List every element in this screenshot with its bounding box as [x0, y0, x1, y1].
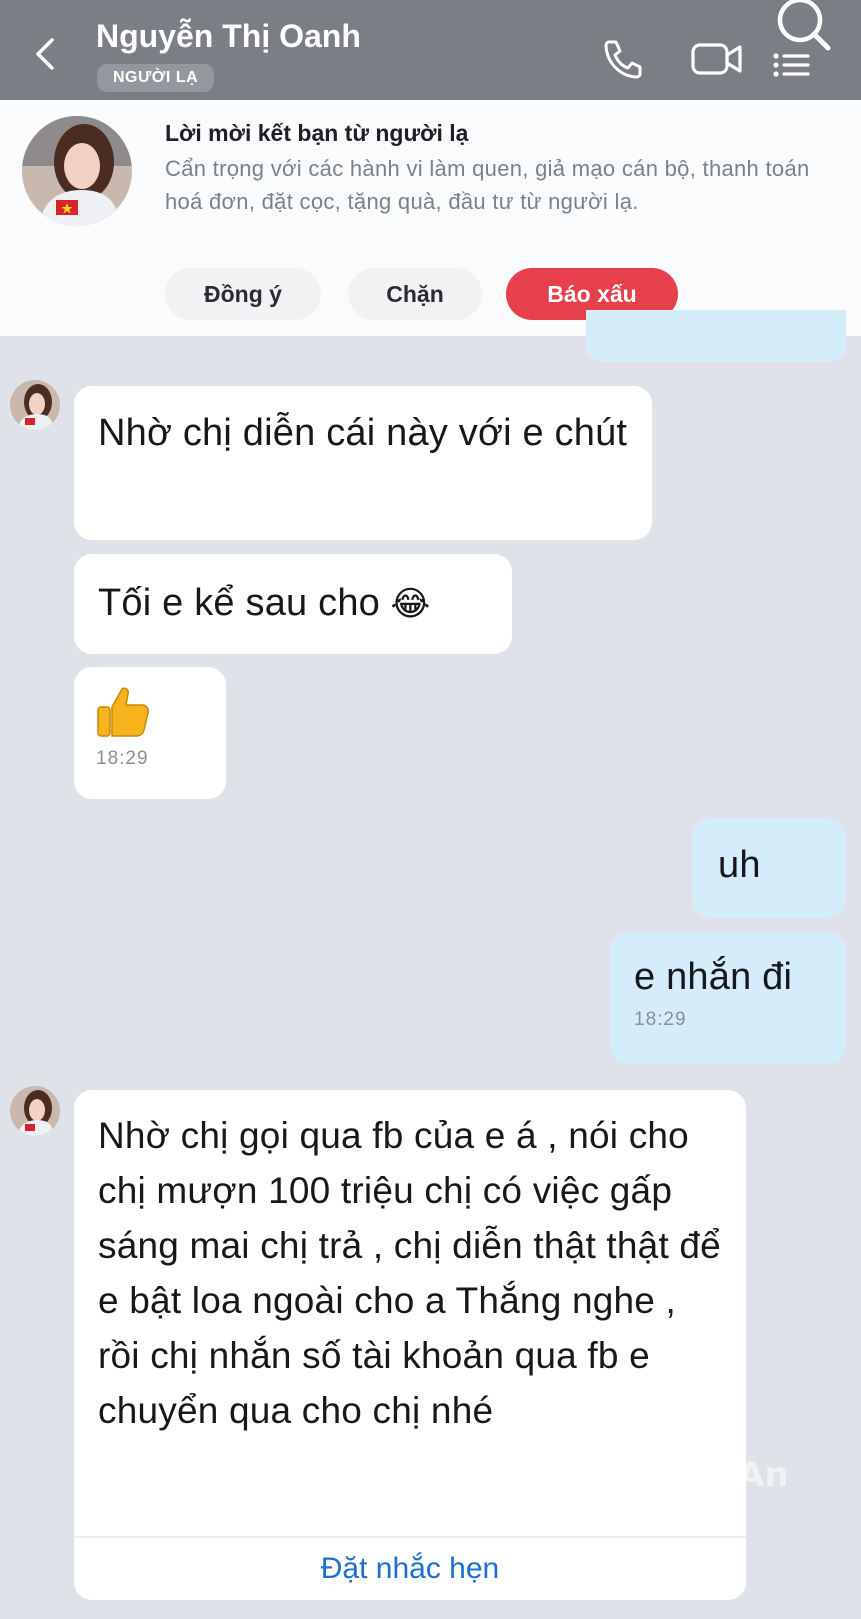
banner-title: Lời mời kết bạn từ người lạ: [165, 120, 469, 146]
stranger-badge: NGƯỜI LẠ: [97, 64, 215, 92]
message-text: uh: [718, 844, 761, 886]
search-menu-button[interactable]: [768, 0, 838, 82]
message-bubble-incoming[interactable]: Nhờ chị diễn cái này với e chút: [74, 386, 652, 540]
message-bubble-incoming[interactable]: Nhờ chị gọi qua fb của e á , nói cho chị…: [74, 1090, 746, 1600]
profile-photo-icon: [22, 116, 132, 226]
set-reminder-link[interactable]: Đặt nhắc hẹn: [74, 1538, 746, 1600]
contact-name[interactable]: Nguyễn Thị Oanh: [96, 18, 361, 55]
message-bubble-outgoing[interactable]: e nhắn đi 18:29: [610, 932, 846, 1064]
message-timestamp: 18:29: [634, 1009, 687, 1030]
message-bubble-incoming[interactable]: Tối e kể sau cho 😂: [74, 554, 512, 654]
message-text: Tối e kể sau cho: [98, 582, 381, 624]
stranger-warning-banner: Lời mời kết bạn từ người lạ Cẩn trọng vớ…: [0, 100, 861, 336]
contact-avatar[interactable]: [22, 116, 132, 226]
chevron-left-icon: [36, 38, 54, 70]
back-button[interactable]: [28, 34, 64, 74]
accept-button[interactable]: Đồng ý: [165, 268, 321, 320]
message-text: e nhắn đi: [634, 956, 793, 998]
chat-header: Nguyễn Thị Oanh NGƯỜI LẠ: [0, 0, 861, 100]
laughing-emoji-icon: 😂: [390, 584, 431, 624]
call-button[interactable]: [600, 36, 646, 82]
block-button[interactable]: Chặn: [348, 268, 482, 320]
profile-photo-icon: [10, 1086, 60, 1136]
watermark-logo: An: [738, 1455, 789, 1495]
video-call-button[interactable]: [690, 38, 746, 80]
message-bubble-outgoing[interactable]: uh: [692, 818, 846, 918]
message-timestamp: 18:29: [96, 748, 149, 769]
message-text: Nhờ chị gọi qua fb của e á , nói cho chị…: [98, 1115, 721, 1431]
thumbs-up-icon: [97, 687, 149, 737]
message-text: Nhờ chị diễn cái này với e chút: [98, 412, 628, 454]
search-list-icon: [773, 0, 831, 77]
banner-description: Cẩn trọng với các hành vi làm quen, giả …: [165, 156, 810, 214]
sender-avatar[interactable]: [10, 380, 60, 430]
message-bubble-incoming[interactable]: 18:29: [74, 667, 226, 799]
profile-photo-icon: [10, 380, 60, 430]
sender-avatar[interactable]: [10, 1086, 60, 1136]
phone-icon: [604, 40, 642, 79]
video-camera-icon: [691, 43, 742, 75]
message-bubble-outgoing-cut: [586, 310, 846, 362]
